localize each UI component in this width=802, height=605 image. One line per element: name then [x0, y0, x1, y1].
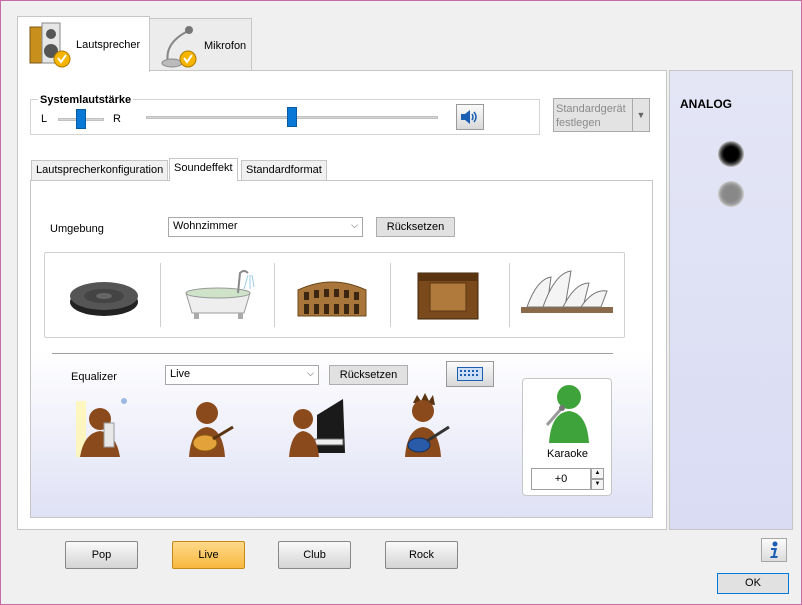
env-separator	[390, 263, 391, 327]
club-figure	[287, 395, 347, 465]
rock-guitarist-icon	[405, 393, 450, 457]
preset-live-button[interactable]: Live	[172, 541, 245, 569]
environment-selected: Wohnzimmer	[173, 220, 238, 232]
microphone-icon	[161, 25, 197, 67]
live-figure	[179, 397, 239, 467]
balance-right-label: R	[113, 113, 121, 125]
preset-pop-label: Pop	[91, 549, 112, 561]
analog-jack-gray[interactable]	[718, 181, 744, 207]
env-bathroom[interactable]	[163, 259, 273, 331]
karaoke-panel: Karaoke +0 ▲ ▼	[522, 378, 612, 496]
preset-club-button[interactable]: Club	[278, 541, 351, 569]
env-separator	[509, 263, 510, 327]
env-separator	[160, 263, 161, 327]
chevron-up-icon: ▲	[594, 470, 601, 476]
speaker-icon	[29, 22, 71, 67]
colosseum-icon	[297, 281, 367, 317]
environment-strip	[44, 252, 625, 338]
env-opera-house[interactable]	[512, 259, 622, 331]
balance-left-label: L	[41, 113, 48, 125]
analog-panel: ANALOG	[669, 70, 793, 530]
equalizer-reset-label: Rücksetzen	[339, 369, 398, 381]
info-button[interactable]	[761, 538, 787, 562]
tab-sound-effect-label: Soundeffekt	[174, 162, 233, 174]
section-divider	[52, 353, 613, 354]
tab-speaker[interactable]: Lautsprecher	[17, 16, 150, 72]
balance-slider-thumb[interactable]	[76, 109, 86, 129]
env-stone-disc[interactable]	[49, 259, 159, 331]
environment-label: Umgebung	[50, 223, 104, 235]
environment-select[interactable]: Wohnzimmer ⌵	[168, 217, 363, 237]
bathtub-icon	[185, 270, 255, 319]
pianist-icon	[289, 399, 345, 457]
tab-microphone-label: Mikrofon	[204, 39, 247, 52]
preset-club-label: Club	[303, 549, 326, 561]
environment-reset-button[interactable]: Rücksetzen	[376, 217, 455, 237]
chevron-down-icon: ⌵	[351, 220, 358, 230]
tab-speaker-config-label: Lautsprecherkonfiguration	[36, 164, 164, 176]
karaoke-singer-icon	[545, 385, 589, 443]
pop-singer-icon	[76, 398, 127, 457]
volume-slider-thumb[interactable]	[287, 107, 297, 127]
tab-speaker-config[interactable]: Lautsprecherkonfiguration	[31, 160, 169, 180]
equalizer-label: Equalizer	[71, 371, 117, 383]
set-default-line2: festlegen	[556, 117, 601, 129]
opera-house-icon	[521, 270, 613, 313]
set-default-device-button[interactable]: Standardgerät festlegen ▼	[553, 98, 650, 132]
karaoke-stepper-up[interactable]: ▲	[591, 468, 604, 479]
preset-pop-button[interactable]: Pop	[65, 541, 138, 569]
tab-default-format[interactable]: Standardformat	[241, 160, 327, 180]
karaoke-label: Karaoke	[547, 448, 588, 460]
keyboard-icon	[457, 367, 483, 381]
ok-button[interactable]: OK	[717, 573, 789, 594]
tab-sound-effect[interactable]: Soundeffekt	[169, 158, 238, 181]
equalizer-select[interactable]: Live ⌵	[165, 365, 319, 385]
env-stone-room[interactable]	[393, 259, 503, 331]
karaoke-stepper-down[interactable]: ▼	[591, 479, 604, 490]
karaoke-value-field[interactable]: +0	[531, 468, 591, 490]
chevron-down-icon: ▼	[636, 110, 646, 120]
system-volume-title: Systemlautstärke	[38, 94, 134, 106]
set-default-line1: Standardgerät	[556, 103, 626, 115]
chevron-down-icon: ▼	[594, 481, 601, 487]
equalizer-reset-button[interactable]: Rücksetzen	[329, 365, 408, 385]
equalizer-settings-button[interactable]	[446, 361, 494, 387]
analog-title: ANALOG	[680, 97, 732, 111]
rock-figure	[395, 393, 455, 463]
chevron-down-icon: ⌵	[307, 368, 314, 378]
tab-default-format-label: Standardformat	[246, 164, 322, 176]
ok-label: OK	[745, 577, 761, 589]
preset-rock-button[interactable]: Rock	[385, 541, 458, 569]
tab-microphone[interactable]: Mikrofon	[149, 18, 252, 72]
stone-room-icon	[417, 272, 479, 320]
karaoke-value: +0	[554, 473, 568, 485]
env-colosseum[interactable]	[277, 259, 387, 331]
mute-button[interactable]	[456, 104, 484, 130]
env-separator	[274, 263, 275, 327]
set-default-dropdown[interactable]: ▼	[632, 99, 649, 131]
pop-figure	[70, 393, 130, 463]
preset-live-label: Live	[198, 549, 219, 561]
equalizer-selected: Live	[170, 368, 191, 380]
sound-manager-window: Lautsprecher Mikrofon Systemlautstärke L…	[0, 0, 802, 605]
speaker-volume-icon	[461, 110, 477, 124]
tab-speaker-label: Lautsprecher	[76, 38, 141, 51]
analog-jack-black[interactable]	[718, 141, 744, 167]
guitarist-icon	[189, 402, 234, 457]
preset-rock-label: Rock	[408, 549, 435, 561]
info-icon	[770, 541, 778, 558]
environment-reset-label: Rücksetzen	[386, 221, 445, 233]
stone-disc-icon	[70, 282, 138, 316]
